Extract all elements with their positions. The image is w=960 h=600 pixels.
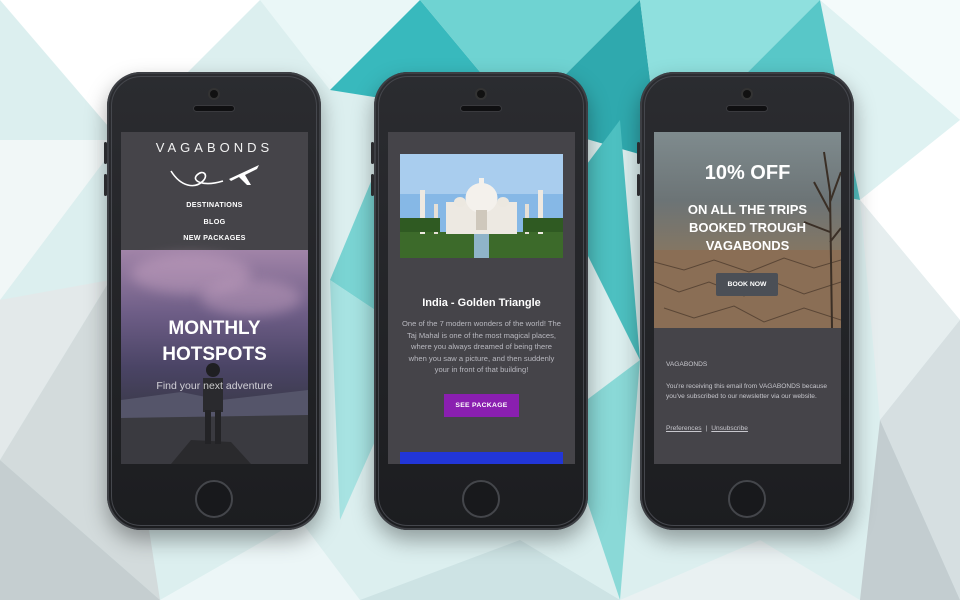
volume-button	[371, 174, 374, 196]
nav-menu: DESTINATIONS BLOG NEW PACKAGES	[121, 197, 308, 247]
preferences-link[interactable]: Preferences	[666, 425, 702, 432]
earpiece-speaker	[194, 106, 234, 111]
brand-logo-text: VAGABONDS	[155, 140, 274, 155]
volume-button	[637, 174, 640, 196]
earpiece-speaker	[461, 106, 501, 111]
email-footer: VAGABONDS You're receiving this email fr…	[666, 360, 831, 434]
email-screen-offer: 10% OFF ON ALL THE TRIPS BOOKED TROUGH V…	[654, 132, 841, 464]
front-camera	[210, 90, 218, 98]
home-button	[728, 480, 766, 518]
offer-line2: BOOKED TROUGH	[689, 220, 806, 235]
home-button	[462, 480, 500, 518]
phone-mockup-2: India - Golden Triangle One of the 7 mod…	[371, 72, 588, 530]
volume-button	[104, 174, 107, 196]
hero-title-line2: HOTSPOTS	[162, 344, 267, 365]
hero-subtitle: Find your next adventure	[156, 380, 273, 392]
footer-disclaimer: You're receiving this email from VAGABON…	[666, 383, 828, 400]
volume-button	[104, 142, 107, 164]
home-button	[195, 480, 233, 518]
package-description: One of the 7 modern wonders of the world…	[402, 319, 561, 375]
nav-item-blog[interactable]: BLOG	[121, 214, 308, 231]
link-separator: |	[705, 425, 708, 432]
package-title: India - Golden Triangle	[422, 297, 541, 309]
email-screen-package: India - Golden Triangle One of the 7 mod…	[388, 132, 575, 464]
hero-discount: 10% OFF ON ALL THE TRIPS BOOKED TROUGH V…	[654, 132, 841, 328]
volume-button	[371, 142, 374, 164]
taj-mahal-photo	[400, 154, 563, 258]
next-section-strip	[400, 452, 563, 464]
book-now-button[interactable]: BOOK NOW	[716, 273, 778, 296]
phone-mockup-1: VAGABONDS DESTINATIONS BLOG NEW PACKAGES…	[104, 72, 321, 530]
nav-item-destinations[interactable]: DESTINATIONS	[121, 197, 308, 214]
phone-mockup-3: 10% OFF ON ALL THE TRIPS BOOKED TROUGH V…	[637, 72, 854, 530]
offer-line3: VAGABONDS	[705, 238, 790, 253]
volume-button	[637, 142, 640, 164]
hero-monthly-hotspots: MONTHLY HOTSPOTS Find your next adventur…	[121, 250, 308, 464]
footer-links: Preferences | Unsubscribe	[666, 424, 831, 434]
hero-title-line1: MONTHLY	[168, 318, 261, 339]
nav-item-new-packages[interactable]: NEW PACKAGES	[121, 230, 308, 247]
earpiece-speaker	[727, 106, 767, 111]
airplane-icon	[169, 165, 259, 187]
footer-brand: VAGABONDS	[666, 361, 708, 368]
discount-headline: 10% OFF	[704, 162, 791, 184]
unsubscribe-link[interactable]: Unsubscribe	[711, 425, 748, 432]
see-package-button[interactable]: SEE PACKAGE	[444, 394, 519, 417]
email-screen-header: VAGABONDS DESTINATIONS BLOG NEW PACKAGES…	[121, 132, 308, 464]
offer-line1: ON ALL THE TRIPS	[687, 202, 808, 217]
front-camera	[743, 90, 751, 98]
front-camera	[477, 90, 485, 98]
